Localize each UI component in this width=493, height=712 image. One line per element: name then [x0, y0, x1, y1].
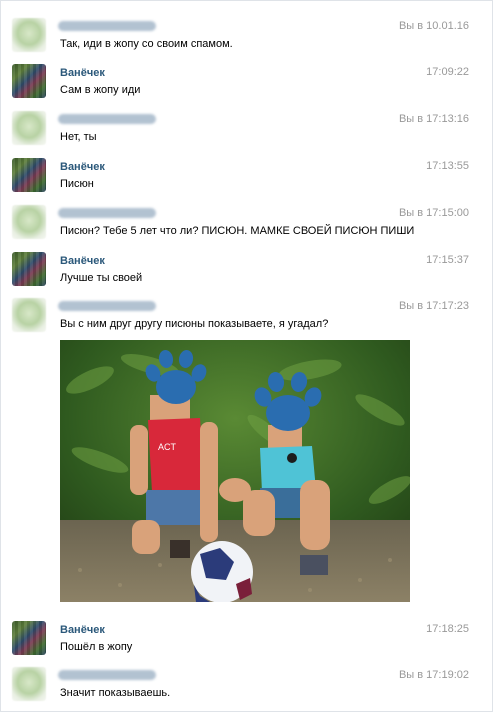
message-text: Сам в жопу иди — [60, 84, 141, 96]
sender-name-redacted — [58, 114, 156, 124]
message-text: Писюн? Тебе 5 лет что ли? ПИСЮН. МАМКЕ С… — [60, 225, 415, 237]
avatar[interactable] — [12, 667, 46, 701]
soccer-ball — [191, 541, 253, 602]
sender-name[interactable]: Ванёчек — [60, 255, 105, 267]
message-time[interactable]: Вы в 10.01.16 — [399, 20, 469, 32]
message-text: Значит показываешь. — [60, 687, 171, 699]
sender-name-redacted — [58, 301, 156, 311]
message-time[interactable]: 17:13:55 — [426, 160, 469, 172]
sender-name[interactable]: Ванёчек — [60, 624, 105, 636]
avatar[interactable] — [12, 252, 46, 286]
sender-name-redacted — [58, 670, 156, 680]
message-text: Лучше ты своей — [60, 272, 143, 284]
message-time[interactable]: 17:09:22 — [426, 66, 469, 78]
avatar[interactable] — [12, 158, 46, 192]
avatar[interactable] — [12, 205, 46, 239]
avatar[interactable] — [12, 298, 46, 332]
message-text: Вы с ним друг другу писюны показываете, … — [60, 318, 329, 330]
avatar[interactable] — [12, 18, 46, 52]
avatar[interactable] — [12, 111, 46, 145]
message-time[interactable]: Вы в 17:15:00 — [399, 207, 469, 219]
message-time[interactable]: Вы в 17:19:02 — [399, 669, 469, 681]
message-time[interactable]: Вы в 17:13:16 — [399, 113, 469, 125]
svg-text:ACT: ACT — [158, 442, 177, 452]
message-time[interactable]: Вы в 17:17:23 — [399, 300, 469, 312]
message-time[interactable]: 17:18:25 — [426, 623, 469, 635]
message-text: Писюн — [60, 178, 94, 190]
sender-name-redacted — [58, 208, 156, 218]
sender-name-redacted — [58, 21, 156, 31]
message-text: Пошёл в жопу — [60, 641, 133, 653]
sender-name[interactable]: Ванёчек — [60, 161, 105, 173]
message-text: Так, иди в жопу со своим спамом. — [60, 38, 233, 50]
attached-photo[interactable]: ACT — [60, 340, 410, 602]
avatar[interactable] — [12, 621, 46, 655]
avatar[interactable] — [12, 64, 46, 98]
sender-name[interactable]: Ванёчек — [60, 67, 105, 79]
message-text: Нет, ты — [60, 131, 97, 143]
message-time[interactable]: 17:15:37 — [426, 254, 469, 266]
